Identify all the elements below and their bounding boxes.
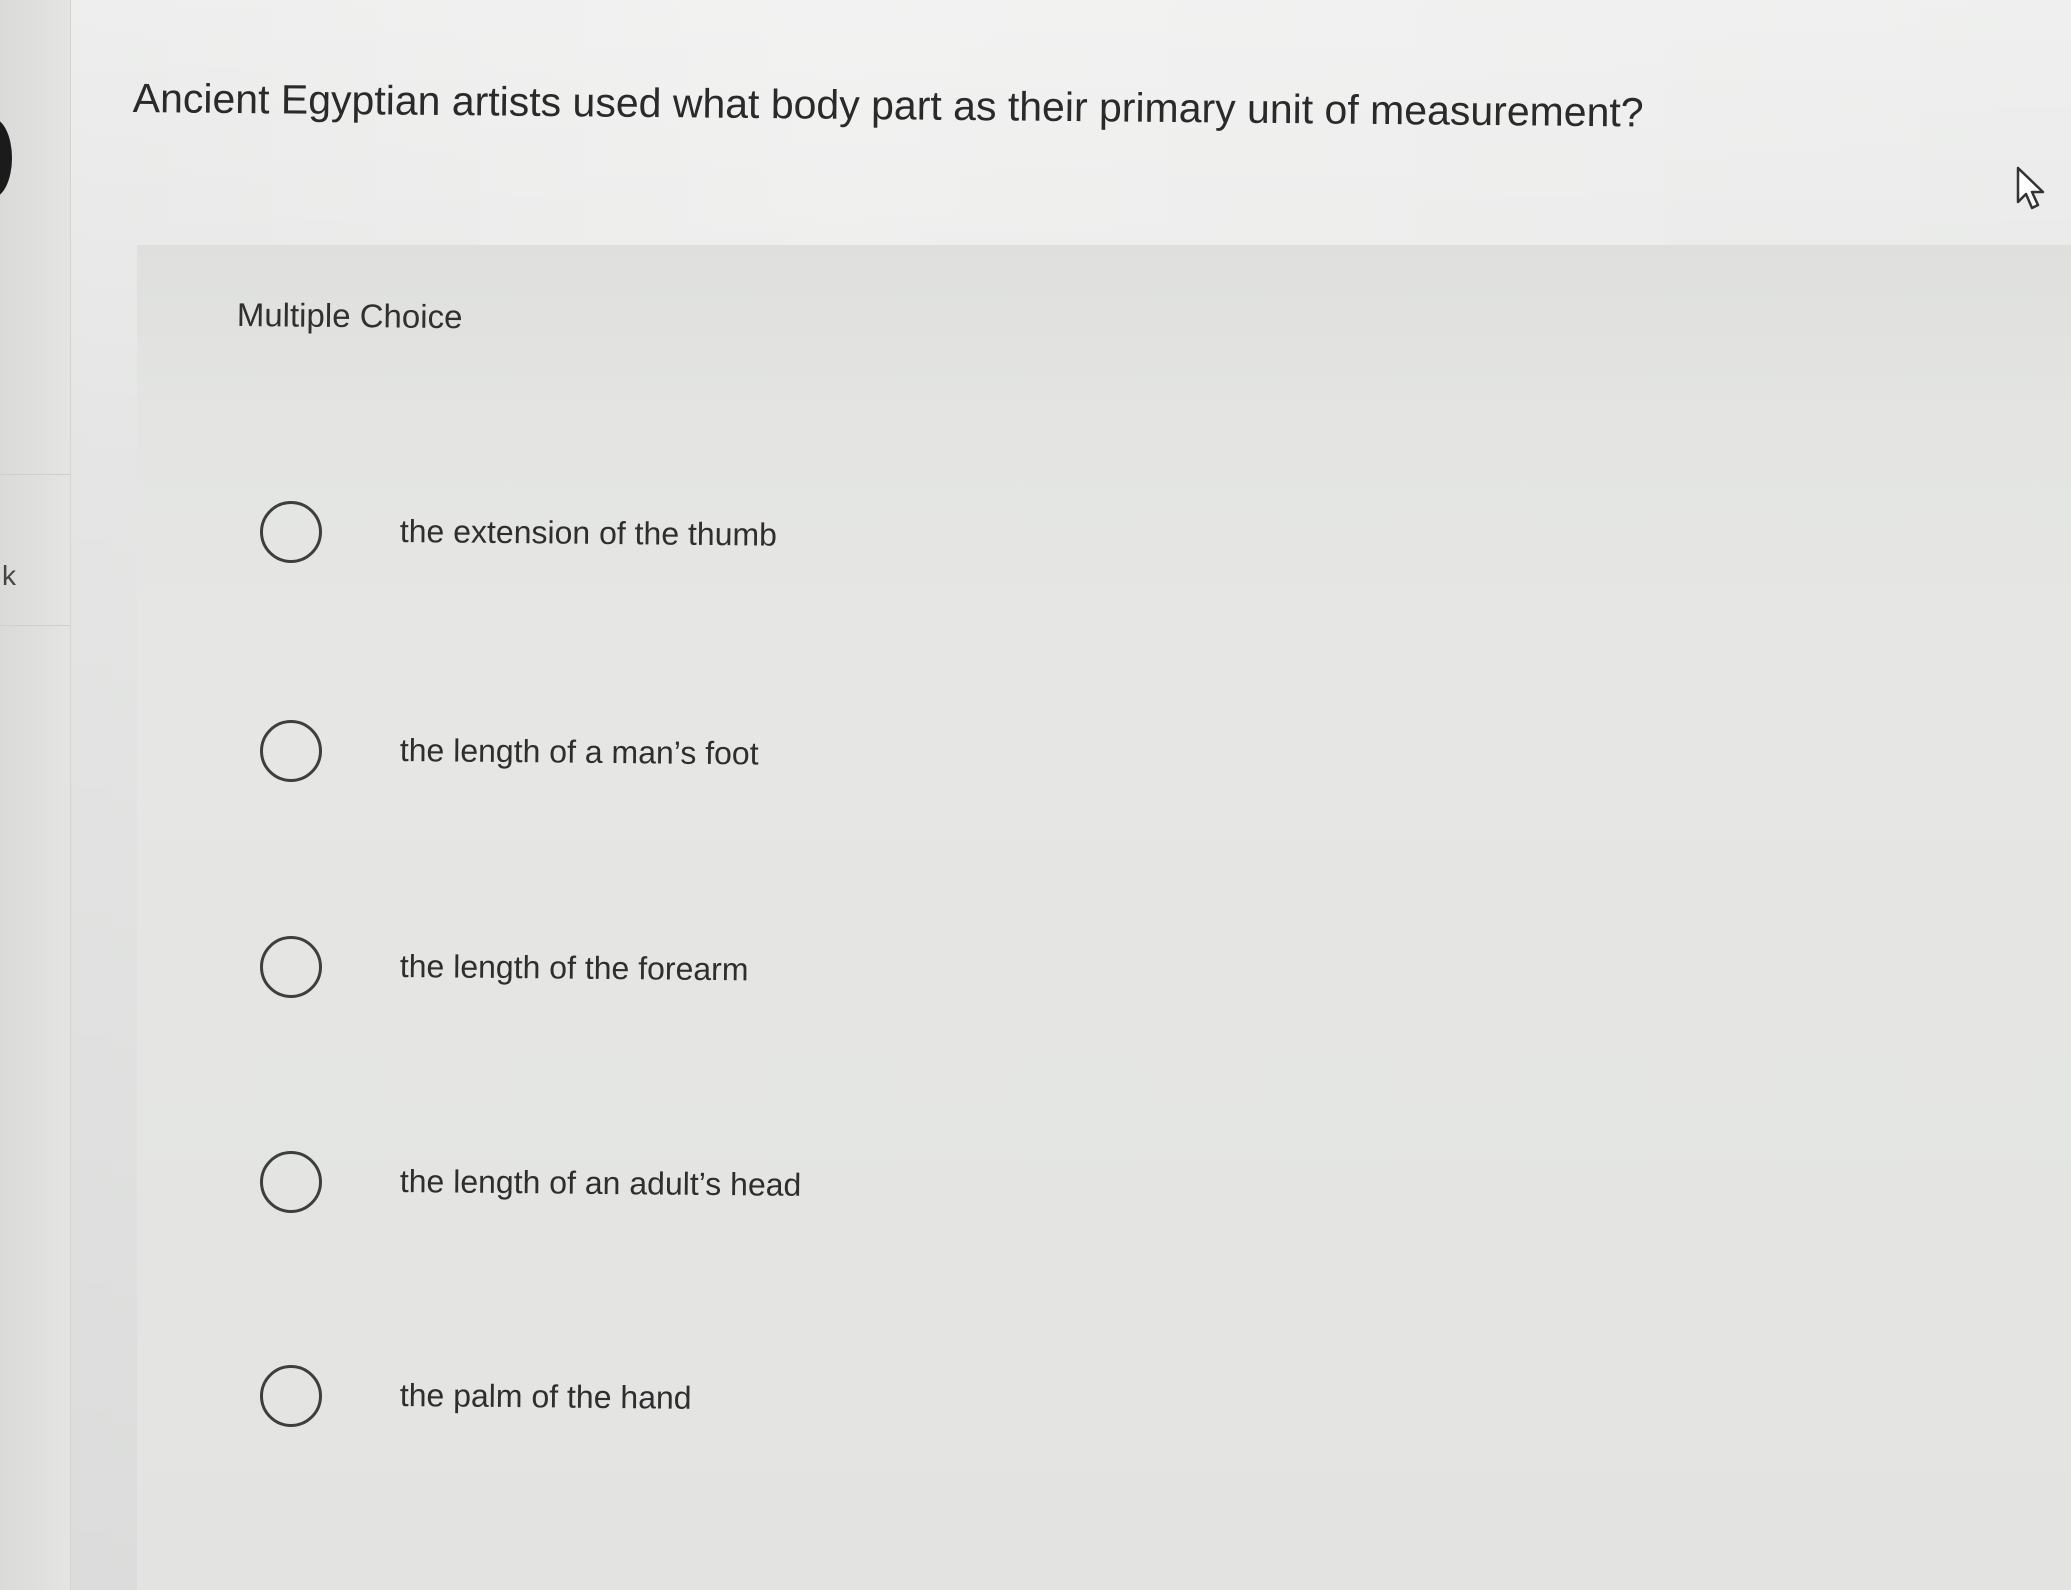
choice-label[interactable]: the length of an adult’s head	[400, 1163, 802, 1204]
radio-unchecked-icon[interactable]	[260, 936, 322, 998]
sidebar-marker	[0, 118, 12, 198]
question-type-label: Multiple Choice	[236, 296, 463, 336]
choice-label[interactable]: the extension of the thumb	[400, 513, 777, 554]
choice-option-5[interactable]: the palm of the hand	[260, 1365, 1160, 1445]
choice-label[interactable]: the palm of the hand	[400, 1377, 692, 1417]
sidebar-section[interactable]	[0, 474, 70, 626]
choice-option-1[interactable]: the extension of the thumb	[260, 501, 1160, 581]
choice-label[interactable]: the length of the forearm	[400, 948, 749, 988]
left-sidebar: k	[0, 0, 71, 1590]
radio-unchecked-icon[interactable]	[260, 501, 322, 563]
choice-option-3[interactable]: the length of the forearm	[260, 936, 1160, 1016]
radio-unchecked-icon[interactable]	[260, 1151, 322, 1213]
radio-unchecked-icon[interactable]	[260, 1365, 322, 1427]
choice-option-2[interactable]: the length of a man’s foot	[260, 720, 1160, 800]
mouse-pointer-icon	[2016, 166, 2045, 210]
choice-label[interactable]: the length of a man’s foot	[400, 732, 759, 772]
choice-option-4[interactable]: the length of an adult’s head	[260, 1151, 1160, 1231]
sidebar-label: k	[2, 560, 16, 591]
radio-unchecked-icon[interactable]	[260, 720, 322, 782]
